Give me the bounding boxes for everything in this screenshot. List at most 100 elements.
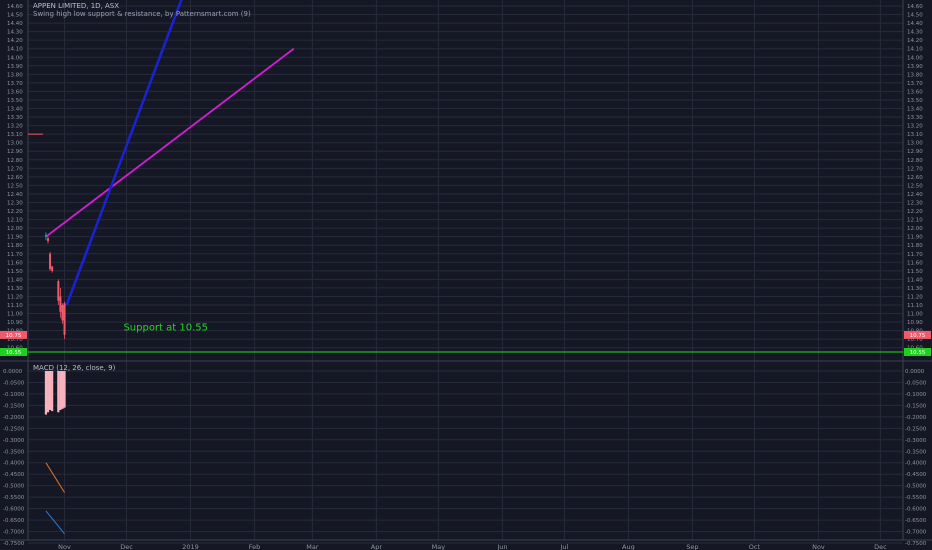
- x-tick-label: Jul: [559, 543, 568, 550]
- y-tick-label: 12.40: [7, 192, 23, 198]
- indicator-label: Swing high low support & resistance, by …: [33, 10, 251, 18]
- y-tick-label: 12.80: [7, 158, 23, 164]
- y-tick-label: 12.40: [907, 192, 923, 198]
- y-tick-label: 10.90: [907, 320, 923, 326]
- y-tick-label: 13.20: [7, 124, 23, 130]
- y-tick-label: 11.50: [907, 269, 923, 275]
- support-annotation: Support at 10.55: [123, 322, 208, 333]
- y-tick-label: 11.90: [7, 235, 23, 241]
- y-tick-label: 12.70: [907, 166, 923, 172]
- candle-body[interactable]: [61, 305, 64, 321]
- macd-y-tick-label: -0.6000: [3, 507, 25, 513]
- y-tick-label: 13.50: [7, 98, 23, 104]
- y-tick-label: 14.10: [7, 47, 23, 53]
- macd-y-tick-label: -0.5000: [905, 484, 927, 490]
- macd-y-tick-label: -0.5500: [905, 495, 927, 501]
- y-tick-label: 14.50: [907, 13, 923, 19]
- y-tick-label: 12.90: [907, 149, 923, 155]
- macd-histogram-bar[interactable]: [63, 371, 66, 408]
- candle-body[interactable]: [51, 266, 54, 271]
- chart-canvas[interactable]: Nov Dec 2019 Feb Mar Apr May Jun Jul Aug Sep Oct Nov…: [0, 0, 932, 550]
- y-tick-label: 11.70: [7, 252, 23, 258]
- y-tick-label: 13.30: [7, 115, 23, 121]
- y-tick-label: 12.30: [7, 200, 23, 206]
- y-tick-label: 13.50: [907, 98, 923, 104]
- candle-body[interactable]: [59, 296, 62, 312]
- macd-y-tick-label: -0.1500: [905, 403, 927, 409]
- x-tick-label: Dec: [874, 543, 887, 550]
- y-tick-label: 14.30: [907, 30, 923, 36]
- macd-y-tick-label: -0.7000: [905, 530, 927, 536]
- y-tick-label: 13.10: [907, 132, 923, 138]
- y-tick-label: 14.60: [907, 4, 923, 10]
- macd-histogram-bar[interactable]: [48, 371, 52, 410]
- macd-y-tick-label: -0.1500: [3, 403, 25, 409]
- candle-body[interactable]: [49, 253, 52, 270]
- candle-body[interactable]: [63, 303, 66, 335]
- macd-histogram-bar[interactable]: [51, 371, 54, 412]
- macd-y-tick-label: -0.6500: [905, 518, 927, 524]
- macd-label: MACD (12, 26, close, 9): [33, 364, 116, 372]
- macd-y-tick-label: -0.2500: [905, 426, 927, 432]
- y-tick-label: 12.60: [7, 175, 23, 181]
- y-tick-label: 14.30: [7, 30, 23, 36]
- y-tick-label: 13.30: [907, 115, 923, 121]
- macd-y-tick-label: -0.4500: [905, 472, 927, 478]
- macd-histogram-bar[interactable]: [61, 371, 64, 409]
- x-tick-label: Aug: [622, 543, 635, 550]
- y-tick-label: 12.20: [7, 209, 23, 215]
- y-tick-label: 11.30: [7, 286, 23, 292]
- y-tick-label: 14.50: [7, 13, 23, 19]
- y-tick-label: 11.00: [907, 312, 923, 318]
- macd-y-tick-label: -0.1000: [3, 392, 25, 398]
- macd-y-tick-label: -0.3500: [905, 449, 927, 455]
- macd-y-tick-label: -0.7000: [3, 530, 25, 536]
- y-tick-label: 11.10: [7, 303, 23, 309]
- x-tick-label: Oct: [749, 543, 761, 550]
- macd-y-tick-label: 0.0000: [905, 369, 925, 375]
- macd-y-tick-label: -0.2500: [3, 426, 25, 432]
- y-tick-label: 11.50: [7, 269, 23, 275]
- x-tick-label: Jun: [496, 543, 507, 550]
- macd-histogram-bar[interactable]: [57, 371, 60, 413]
- x-tick-label: Nov: [812, 543, 825, 550]
- macd-y-tick-label: -0.1000: [905, 392, 927, 398]
- candle-body[interactable]: [44, 234, 47, 237]
- y-tick-label: 11.20: [7, 294, 23, 300]
- candle-body[interactable]: [47, 238, 50, 241]
- macd-y-tick-label: -0.3500: [3, 449, 25, 455]
- y-tick-label: 12.20: [907, 209, 923, 215]
- y-tick-label: 11.40: [907, 277, 923, 283]
- y-tick-label: 11.20: [907, 294, 923, 300]
- y-tick-label: 11.80: [907, 243, 923, 249]
- y-tick-label: 12.00: [7, 226, 23, 232]
- y-tick-label: 11.90: [907, 235, 923, 241]
- y-tick-label: 13.60: [907, 89, 923, 95]
- y-tick-label: 13.10: [7, 132, 23, 138]
- macd-histogram-bar[interactable]: [46, 371, 50, 413]
- y-tick-label: 12.90: [7, 149, 23, 155]
- y-tick-label: 13.70: [7, 81, 23, 87]
- macd-y-tick-label: -0.6000: [905, 507, 927, 513]
- y-tick-label: 14.60: [7, 4, 23, 10]
- x-tick-label: 2019: [182, 543, 199, 550]
- y-tick-label: 11.60: [907, 260, 923, 266]
- candle-body[interactable]: [57, 281, 60, 301]
- y-tick-label: 12.10: [907, 218, 923, 224]
- x-tick-label: Sep: [686, 543, 698, 550]
- macd-y-tick-label: -0.4000: [905, 461, 927, 467]
- macd-histogram-bar[interactable]: [44, 371, 48, 415]
- y-tick-label: 14.40: [7, 21, 23, 27]
- y-tick-label: 11.80: [7, 243, 23, 249]
- x-tick-label: Mar: [306, 543, 319, 550]
- x-tick-label: Dec: [120, 543, 133, 550]
- y-tick-label: 12.70: [7, 166, 23, 172]
- y-tick-label: 13.60: [7, 89, 23, 95]
- y-tick-label: 12.10: [7, 218, 23, 224]
- y-tick-label: 10.90: [7, 320, 23, 326]
- macd-y-tick-label: -0.4000: [3, 461, 25, 467]
- macd-histogram-bar[interactable]: [59, 371, 62, 410]
- y-tick-label: 13.80: [7, 72, 23, 78]
- chart-title: APPEN LIMITED, 1D, ASX: [33, 2, 120, 10]
- macd-y-tick-label: -0.5500: [3, 495, 25, 501]
